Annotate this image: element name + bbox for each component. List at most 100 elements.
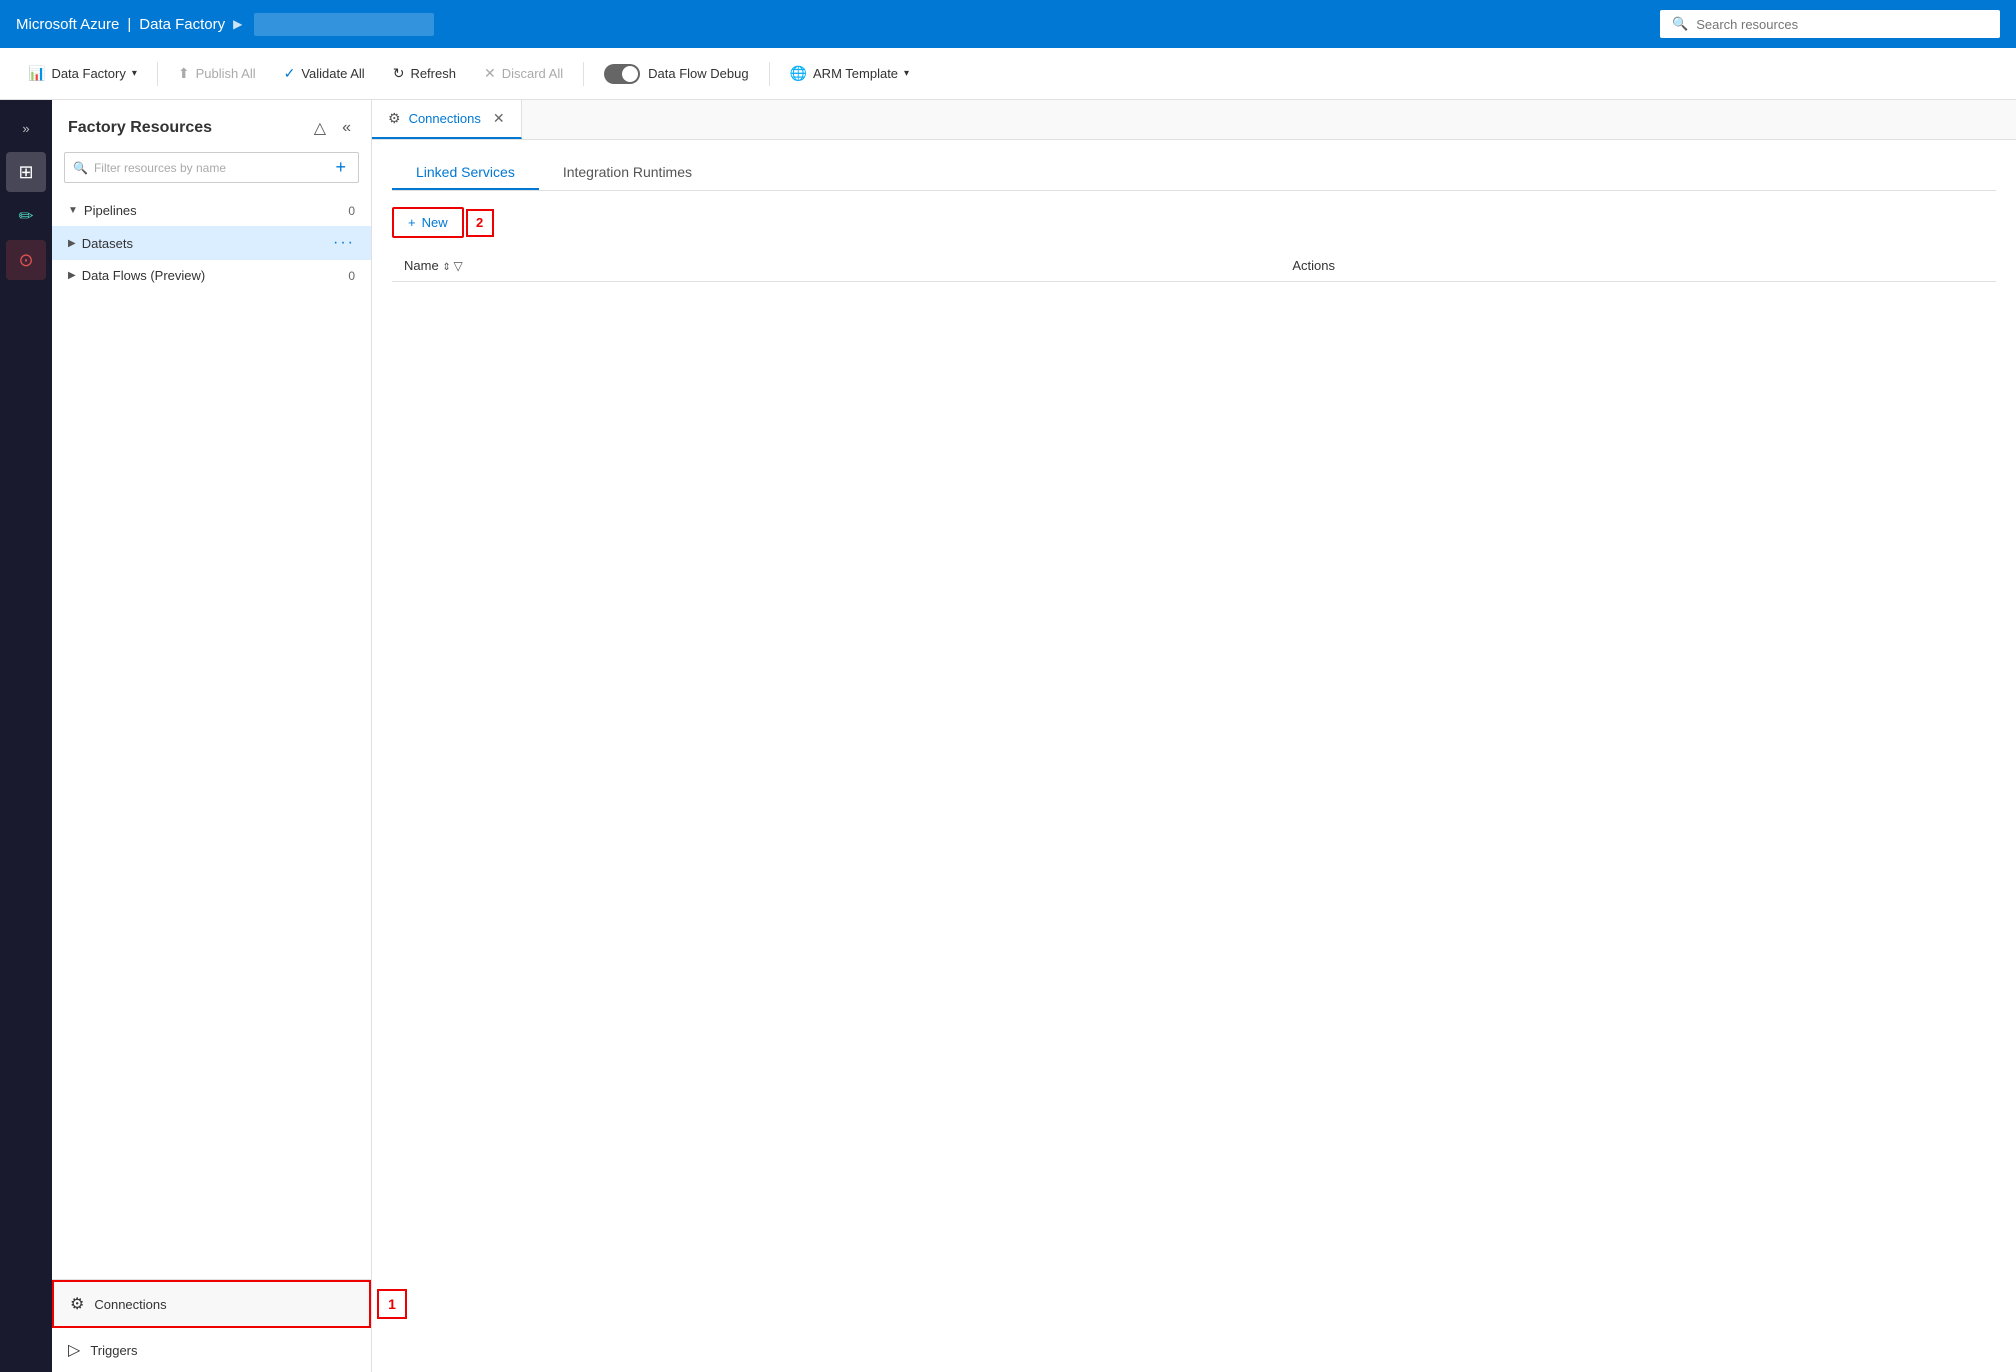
azure-brand: Microsoft Azure [16, 16, 119, 33]
annotation-badge-1: 1 [377, 1289, 407, 1319]
pipelines-tree-item[interactable]: ▼ Pipelines 0 [52, 195, 371, 226]
triggers-nav-item[interactable]: ▷ Triggers [52, 1328, 371, 1372]
dataflows-tree-item[interactable]: ▶ Data Flows (Preview) 0 [52, 260, 371, 291]
triggers-label: Triggers [90, 1343, 137, 1358]
validate-all-button[interactable]: ✓ Validate All [272, 59, 377, 88]
content-inner: Linked Services Integration Runtimes + N… [372, 140, 2016, 1372]
toolbar-separator-3 [769, 62, 770, 86]
data-factory-button[interactable]: 📊 Data Factory ▾ [16, 59, 149, 88]
validate-all-label: Validate All [301, 66, 364, 81]
app-name-nav: Data Factory [139, 16, 225, 33]
publish-all-button[interactable]: ⬆ Publish All [166, 59, 268, 88]
datasets-label: Datasets [82, 236, 133, 251]
connections-label: Connections [94, 1297, 166, 1312]
sidebar-icon-bar: » ⊞ ✏ ⊙ [0, 100, 52, 1372]
connections-tab-label: Connections [409, 111, 481, 126]
search-box-container: 🔍 [1660, 10, 2000, 38]
factory-resources-title: Factory Resources [68, 119, 212, 137]
factory-resources-panel: Factory Resources △ « 🔍 + ▼ Pipelines 0 … [52, 100, 372, 1372]
search-icon: 🔍 [1672, 16, 1688, 32]
triggers-icon: ▷ [68, 1340, 80, 1360]
sidebar-grid-button[interactable]: ⊞ [6, 152, 46, 192]
sort-icon[interactable]: ⇕ [442, 262, 453, 273]
toggle-switch[interactable] [604, 64, 640, 84]
name-column-label: Name [404, 258, 439, 273]
actions-column-header: Actions [1280, 250, 1996, 282]
breadcrumb-input[interactable] [254, 13, 434, 36]
expand-sidebar-button[interactable]: » [6, 108, 46, 148]
annotation-badge-2: 2 [466, 209, 494, 237]
publish-icon: ⬆ [178, 65, 190, 82]
publish-all-label: Publish All [196, 66, 256, 81]
main-content-area: ⚙ Connections ✕ Linked Services Integrat… [372, 100, 2016, 1372]
connections-tab-icon: ⚙ [388, 110, 401, 127]
data-flow-debug-label: Data Flow Debug [648, 66, 748, 81]
pencil-icon: ✏ [18, 206, 33, 227]
dataflows-count: 0 [348, 269, 355, 283]
connections-tab[interactable]: ⚙ Connections ✕ [372, 100, 522, 139]
arm-template-label: ARM Template [813, 66, 898, 81]
filter-resources-input[interactable] [94, 161, 322, 175]
sub-tabs: Linked Services Integration Runtimes [392, 156, 1996, 191]
search-bar-icon: 🔍 [73, 161, 88, 175]
collapse-double-button[interactable]: « [338, 117, 355, 139]
top-navigation: Microsoft Azure | Data Factory ▶ 🔍 [0, 0, 2016, 48]
datasets-tree-item[interactable]: ▶ Datasets ··· [52, 226, 371, 260]
tab-close-button[interactable]: ✕ [493, 110, 505, 127]
refresh-label: Refresh [410, 66, 456, 81]
refresh-icon: ↻ [393, 65, 405, 82]
actions-bar: + New 2 [392, 207, 1996, 238]
dropdown-chevron-icon: ▾ [132, 68, 137, 79]
tab-integration-runtimes[interactable]: Integration Runtimes [539, 156, 716, 190]
nav-separator: | [127, 16, 131, 33]
chevron-double-icon: » [22, 121, 29, 136]
pipelines-count: 0 [348, 204, 355, 218]
tab-linked-services[interactable]: Linked Services [392, 156, 539, 190]
resource-tree: ▼ Pipelines 0 ▶ Datasets ··· ▶ Data Flow… [52, 195, 371, 1279]
arm-template-button[interactable]: 🌐 ARM Template ▾ [778, 59, 921, 88]
collapse-icon-button[interactable]: △ [310, 116, 330, 140]
search-input[interactable] [1696, 17, 1988, 32]
toolbar: 📊 Data Factory ▾ ⬆ Publish All ✓ Validat… [0, 48, 2016, 100]
sidebar-monitor-button[interactable]: ⊙ [6, 240, 46, 280]
arm-dropdown-icon: ▾ [904, 68, 909, 79]
pipelines-label: Pipelines [84, 203, 137, 218]
datasets-dots[interactable]: ··· [333, 234, 355, 252]
discard-all-button[interactable]: ✕ Discard All [472, 59, 575, 88]
toolbar-separator-1 [157, 62, 158, 86]
refresh-button[interactable]: ↻ Refresh [381, 59, 468, 88]
connections-icon: ⚙ [70, 1294, 84, 1314]
data-factory-icon: 📊 [28, 65, 45, 82]
main-layout: » ⊞ ✏ ⊙ Factory Resources △ « 🔍 + ▼ [0, 100, 2016, 1372]
data-flow-debug-toggle[interactable]: Data Flow Debug [592, 58, 760, 90]
filter-search-bar: 🔍 + [64, 152, 359, 183]
sidebar-bottom-nav: ⚙ Connections 1 ▷ Triggers [52, 1279, 371, 1372]
arm-icon: 🌐 [790, 65, 807, 82]
new-linked-service-button[interactable]: + New [392, 207, 464, 238]
validate-icon: ✓ [284, 65, 296, 82]
add-resource-button[interactable]: + [331, 157, 350, 178]
datasets-arrow-icon: ▶ [68, 238, 76, 249]
resources-panel-header: Factory Resources △ « [52, 100, 371, 152]
new-plus-icon: + [408, 215, 416, 230]
monitor-icon: ⊙ [18, 250, 33, 271]
linked-services-table: Name ⇕ ▽ Actions [392, 250, 1996, 282]
pipelines-arrow-icon: ▼ [68, 205, 78, 216]
filter-icon[interactable]: ▽ [453, 259, 462, 273]
name-column-header: Name ⇕ ▽ [392, 250, 1280, 282]
dataflows-label: Data Flows (Preview) [82, 268, 206, 283]
data-factory-label: Data Factory [51, 66, 125, 81]
new-button-wrapper: + New 2 [392, 207, 494, 238]
sidebar-pencil-button[interactable]: ✏ [6, 196, 46, 236]
brand-label: Microsoft Azure | Data Factory ▶ [16, 16, 242, 33]
new-label: New [422, 215, 448, 230]
connections-nav-item[interactable]: ⚙ Connections [52, 1280, 371, 1328]
discard-icon: ✕ [484, 65, 496, 82]
nav-chevron: ▶ [233, 17, 242, 31]
grid-icon: ⊞ [18, 162, 33, 183]
connections-row: ⚙ Connections 1 [52, 1280, 371, 1328]
dataflows-arrow-icon: ▶ [68, 270, 76, 281]
header-icons: △ « [310, 116, 355, 140]
discard-all-label: Discard All [502, 66, 563, 81]
toolbar-separator-2 [583, 62, 584, 86]
